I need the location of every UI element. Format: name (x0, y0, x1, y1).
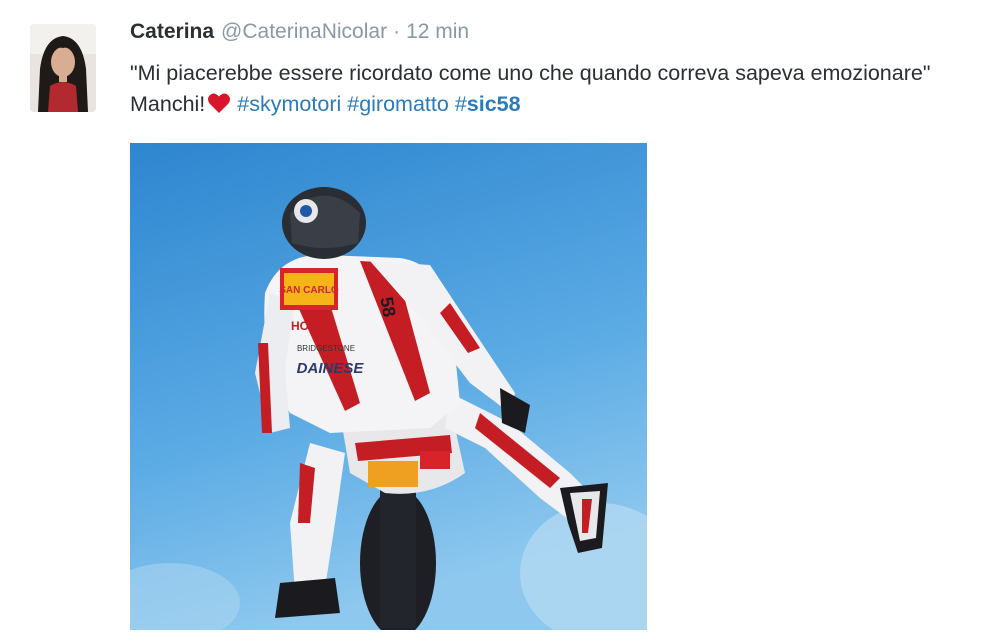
user-handle[interactable]: @CaterinaNicolar (221, 20, 387, 44)
user-avatar[interactable] (30, 24, 96, 112)
tweet-text: "Mi piacerebbe essere ricordato come uno… (130, 58, 980, 120)
hashtag-giromatto[interactable]: #giromatto (347, 92, 449, 116)
hashtag-symbol: # (347, 92, 360, 116)
hashtag-sic58[interactable]: #sic58 (455, 92, 521, 116)
sponsor-bridgestone: BRIDGESTONE (297, 344, 355, 353)
display-name[interactable]: Caterina (130, 20, 214, 44)
sponsor-san-carlo: SAN CARLO (279, 285, 339, 296)
separator-dot: · (393, 20, 401, 43)
sponsor-dainese: DAINESE (297, 360, 365, 377)
hashtag-word: giromatto (359, 92, 449, 116)
timestamp[interactable]: 12 min (406, 20, 469, 44)
hashtag-word: skymotori (249, 92, 342, 116)
motorcycle-rider-image: SAN CARLO HONDA BRIDGESTONE DAINESE 58 (130, 143, 647, 630)
heart-icon (208, 93, 231, 113)
tweet: Caterina @CaterinaNicolar · 12 min "Mi p… (0, 0, 990, 643)
tweet-photo[interactable]: SAN CARLO HONDA BRIDGESTONE DAINESE 58 (130, 143, 647, 630)
hashtag-symbol: # (237, 92, 250, 116)
hashtag-skymotori[interactable]: #skymotori (237, 92, 341, 116)
tweet-header: Caterina @CaterinaNicolar · 12 min (130, 20, 469, 48)
sponsor-honda: HONDA (291, 319, 335, 333)
hashtag-word: sic58 (466, 92, 521, 116)
avatar-image (30, 24, 96, 112)
hashtag-symbol: # (454, 92, 467, 116)
rider-number: 58 (376, 295, 399, 318)
